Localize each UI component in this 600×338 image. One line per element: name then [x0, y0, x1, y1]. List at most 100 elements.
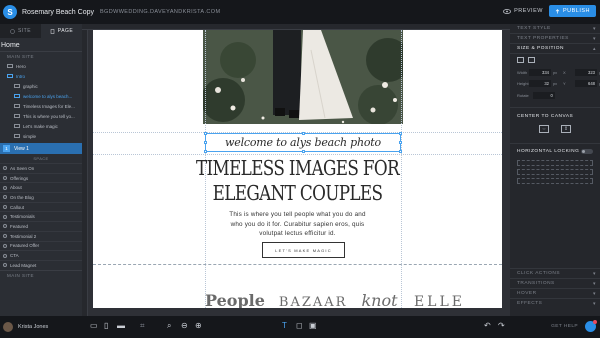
center-horizontal-icon[interactable]: ⇔: [539, 125, 549, 133]
tab-site[interactable]: SITE: [0, 24, 41, 38]
y-input[interactable]: 648: [575, 80, 597, 87]
section-icon: [3, 263, 7, 268]
width-input[interactable]: 334: [529, 69, 551, 76]
mobile-icon[interactable]: [517, 57, 524, 63]
section-item[interactable]: Offerings: [0, 172, 82, 183]
hover-section[interactable]: HOVER ▾: [510, 288, 600, 298]
press-logo: ELLE: [413, 294, 465, 308]
rotate-label: Rotate: [517, 93, 529, 98]
section-item[interactable]: About: [0, 182, 82, 192]
layer-item[interactable]: welcome to alys beach...: [0, 91, 82, 101]
tablet-icon[interactable]: ▭: [90, 322, 98, 330]
chat-icon[interactable]: [585, 320, 597, 332]
search-icon[interactable]: ⌕: [167, 322, 171, 330]
section-item[interactable]: Callout: [0, 201, 82, 212]
text-properties-section[interactable]: TEXT PROPERTIES ▾: [510, 34, 600, 44]
site-title[interactable]: Rosemary Beach Copy: [22, 9, 94, 16]
section-item[interactable]: Testimonial 2: [0, 230, 82, 241]
preview-button[interactable]: PREVIEW: [503, 8, 543, 14]
resize-handle[interactable]: [399, 132, 402, 135]
section-item[interactable]: As Seen On: [0, 163, 82, 173]
x-input[interactable]: 323: [575, 69, 597, 76]
upload-icon: [555, 8, 560, 13]
transitions-section[interactable]: TRANSITIONS ▾: [510, 278, 600, 288]
resize-handle[interactable]: [399, 141, 402, 144]
layer-item[interactable]: simple: [0, 131, 82, 141]
resize-handle[interactable]: [204, 132, 207, 135]
script-heading[interactable]: welcome to alys beach photo: [225, 136, 381, 149]
resize-handle[interactable]: [399, 150, 402, 153]
zoom-out-icon[interactable]: ⊖: [181, 322, 188, 330]
text-properties-label: TEXT PROPERTIES: [517, 36, 569, 41]
lock-option[interactable]: [517, 178, 593, 184]
lock-option[interactable]: [517, 160, 593, 166]
center-vertical-icon[interactable]: ⇕: [561, 125, 571, 133]
lock-option[interactable]: [517, 169, 593, 175]
selected-text-block[interactable]: welcome to alys beach photo: [204, 132, 402, 153]
section-item[interactable]: Testimonials: [0, 211, 82, 221]
undo-icon[interactable]: ↶: [484, 322, 491, 330]
section-icon: [3, 176, 7, 181]
top-bar: S Rosemary Beach Copy BGDWWEDDING.DAVEYA…: [0, 0, 600, 24]
section-item[interactable]: CTA: [0, 250, 82, 260]
headline-line-2[interactable]: ELEGANT COUPLES: [179, 181, 416, 205]
section-item[interactable]: Featured Offer: [0, 240, 82, 251]
x-label: X: [563, 70, 566, 75]
add-shape-icon[interactable]: ◻: [296, 322, 303, 330]
app-logo-icon[interactable]: S: [3, 5, 17, 19]
tab-page[interactable]: PAGE: [41, 24, 82, 38]
publish-label: PUBLISH: [562, 8, 590, 14]
headline-line-1[interactable]: TIMELESS IMAGES FOR: [179, 156, 416, 180]
chevron-down-icon: ▾: [592, 270, 596, 277]
view-row[interactable]: 1 View 1: [0, 143, 82, 154]
resize-handle[interactable]: [204, 150, 207, 153]
horizontal-locking-toggle[interactable]: [581, 149, 593, 154]
layer-label: Timeless Images for Ele...: [23, 103, 75, 109]
cta-button[interactable]: LET'S MAKE MAGIC: [262, 242, 345, 258]
section-icon: [3, 195, 7, 200]
crop-icon[interactable]: ⌗: [140, 322, 145, 330]
resize-handle[interactable]: [204, 141, 207, 144]
center-to-canvas-label: CENTER TO CANVAS: [510, 107, 600, 123]
section-label: CTA: [10, 253, 19, 259]
layer-item[interactable]: Timeless Images for Ele...: [0, 101, 82, 111]
layer-item[interactable]: graphic: [0, 81, 82, 91]
get-help-link[interactable]: GET HELP: [551, 324, 578, 329]
view-label: View 1: [14, 145, 29, 152]
page-canvas[interactable]: welcome to alys beach photo TIMELESS IMA…: [93, 30, 502, 308]
user-name[interactable]: Krista Jones: [18, 324, 48, 330]
add-image-icon[interactable]: ▣: [309, 322, 317, 330]
add-text-icon[interactable]: T: [282, 322, 287, 330]
redo-icon[interactable]: ↷: [498, 322, 505, 330]
publish-button[interactable]: PUBLISH: [548, 5, 596, 17]
section-item[interactable]: On the Blog: [0, 192, 82, 202]
resize-handle[interactable]: [302, 150, 305, 153]
section-icon: [3, 214, 7, 219]
layer-item[interactable]: Let's make magic: [0, 121, 82, 131]
click-actions-section[interactable]: CLICK ACTIONS ▾: [510, 268, 600, 278]
page-name[interactable]: Home: [0, 38, 82, 51]
desktop-icon[interactable]: [528, 57, 535, 63]
desktop-icon[interactable]: ▬: [117, 322, 125, 330]
rotate-input[interactable]: 0: [532, 92, 555, 99]
section-item[interactable]: Featured: [0, 221, 82, 231]
effects-section[interactable]: EFFECTS ▾: [510, 298, 600, 308]
section-item[interactable]: Lead Magnet: [0, 259, 82, 270]
height-input[interactable]: 32: [529, 80, 551, 87]
layer-item[interactable]: Intro: [0, 71, 82, 81]
section-label: Lead Magnet: [10, 262, 37, 268]
zoom-in-icon[interactable]: ⊕: [195, 322, 202, 330]
wedding-photo[interactable]: [203, 30, 403, 124]
layer-item[interactable]: This is where you tell yo...: [0, 111, 82, 121]
site-url[interactable]: BGDWWEDDING.DAVEYANDKRISTA.COM: [100, 9, 220, 15]
size-position-section[interactable]: SIZE & POSITION ▴: [510, 44, 600, 54]
avatar[interactable]: [3, 322, 13, 332]
mobile-icon[interactable]: ▯: [104, 322, 108, 330]
body-copy[interactable]: This is where you tell people what you d…: [228, 210, 367, 239]
chevron-down-icon: ▾: [592, 35, 596, 42]
space-divider: SPACE: [33, 156, 49, 161]
resize-handle[interactable]: [302, 132, 305, 135]
layer-item[interactable]: Hero: [0, 61, 82, 71]
text-style-section[interactable]: TEXT STYLE ▾: [510, 24, 600, 34]
section-label: HOVER: [517, 291, 537, 296]
